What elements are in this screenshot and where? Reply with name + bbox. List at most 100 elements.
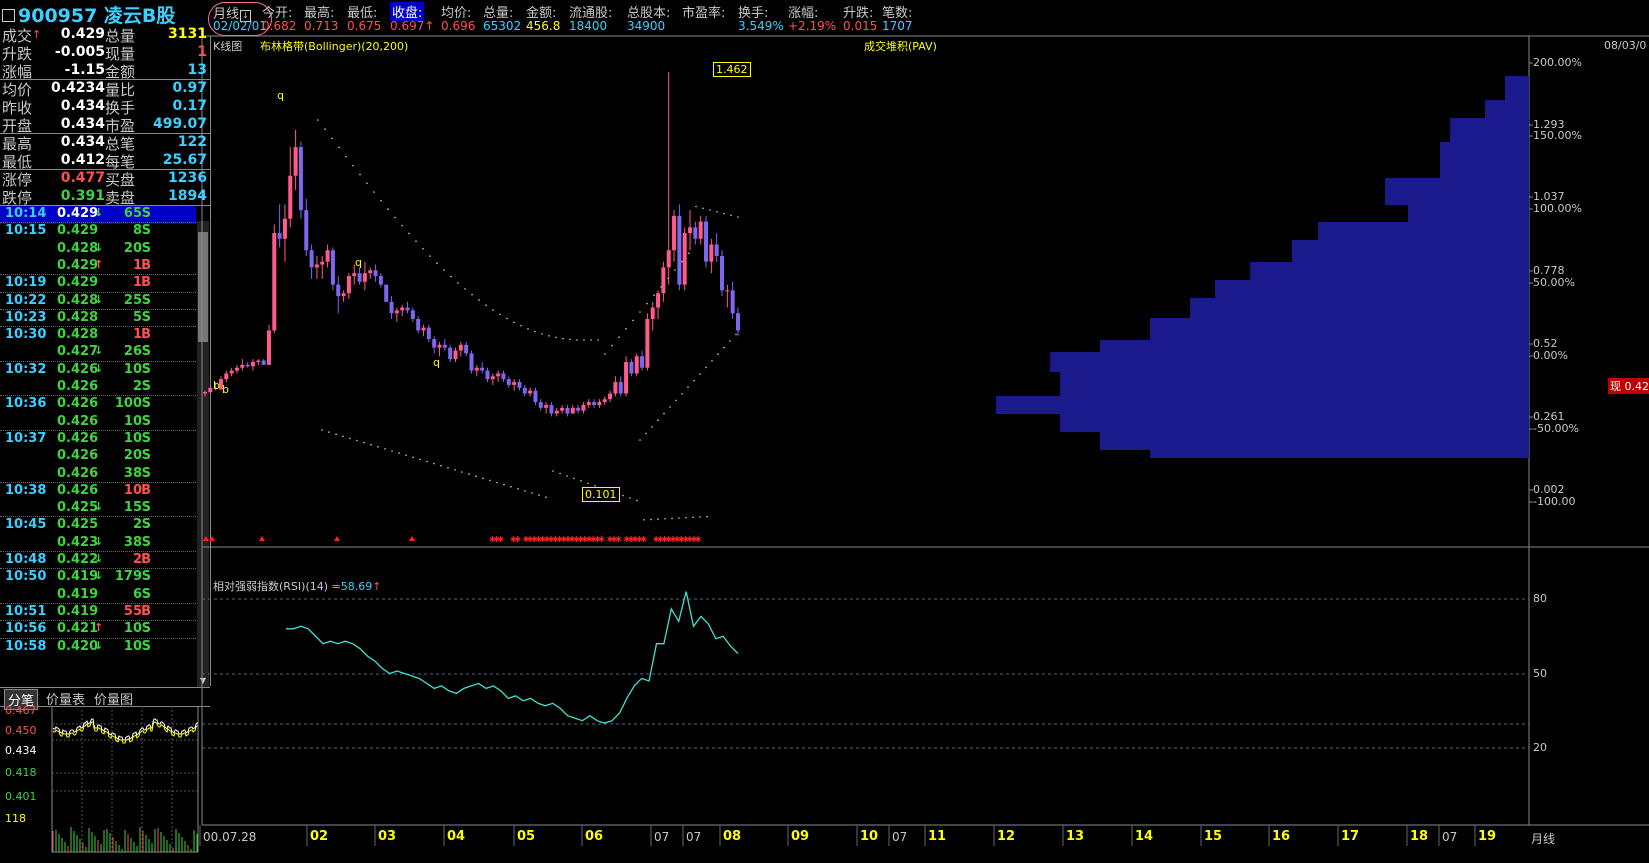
tick-price: 0.425 xyxy=(57,500,99,516)
bollinger-upper-dot xyxy=(590,339,592,341)
tick-row[interactable]: 10:19 0.429 1 B xyxy=(0,275,196,293)
bollinger-upper-dot xyxy=(716,210,718,213)
tick-row[interactable]: 0.425 ↓ 15 S xyxy=(0,500,196,518)
tick-row[interactable]: 10:14 0.429 ↓ 65 S xyxy=(0,206,196,224)
tick-row[interactable]: 10:51 0.419 55 B xyxy=(0,604,196,622)
tick-price: 0.428 xyxy=(57,292,99,308)
bollinger-lower-dot xyxy=(440,464,442,467)
mark-b: b xyxy=(213,379,220,392)
tick-direction: S xyxy=(141,361,151,377)
candle-body xyxy=(320,261,325,265)
tick-row[interactable]: 0.426 38 S xyxy=(0,466,196,484)
bollinger-lower-dot xyxy=(587,482,589,485)
bollinger-upper-dot xyxy=(702,207,704,210)
bollinger-upper-dot xyxy=(324,128,326,130)
candle-body xyxy=(693,227,698,239)
tick-row[interactable]: 10:30 0.428 1 B xyxy=(0,327,196,345)
signal-star: ✱ xyxy=(695,535,702,544)
tick-row[interactable]: 10:58 0.420 ↓ 10 S xyxy=(0,639,196,657)
candle-body xyxy=(650,307,655,320)
bollinger-mid-dot xyxy=(723,346,725,349)
tick-row[interactable]: 0.427 ↓ 26 S xyxy=(0,344,196,362)
tick-price: 0.429 xyxy=(57,257,99,273)
tick-row[interactable]: 0.423 ↓ 38 S xyxy=(0,535,196,553)
bollinger-lower-dot xyxy=(349,437,351,440)
tick-row[interactable]: 0.426 10 S xyxy=(0,414,196,432)
tick-price: 0.427 xyxy=(57,344,99,360)
tick-row[interactable]: 10:50 0.419 ↓ 179 S xyxy=(0,569,196,587)
bollinger-upper-dot xyxy=(520,324,522,327)
candle-body xyxy=(554,410,559,414)
tick-direction: S xyxy=(141,534,151,550)
bollinger-upper-dot xyxy=(436,262,438,264)
tick-row[interactable]: 10:38 0.426 10 B xyxy=(0,483,196,501)
tick-size: 38 xyxy=(123,534,142,550)
bollinger-indicator-label[interactable]: 布林格带(Bollinger)(20,200) xyxy=(260,38,408,54)
tick-row[interactable]: 10:48 0.422 ↓ 2 B xyxy=(0,552,196,570)
bollinger-upper-dot xyxy=(485,304,487,306)
tick-row[interactable]: 10:36 0.426 100 S xyxy=(0,396,196,414)
candle-body xyxy=(538,402,543,408)
tick-row[interactable]: 0.426 2 S xyxy=(0,379,196,397)
bollinger-mid-dot xyxy=(651,426,653,428)
time-axis-label: 07 xyxy=(892,830,908,844)
bollinger-mid-dot xyxy=(669,406,671,408)
bollinger-lower-dot xyxy=(685,516,687,519)
tick-separator xyxy=(0,481,196,483)
tick-time: 10:48 xyxy=(5,552,47,567)
pav-title[interactable]: 成交堆积(PAV) xyxy=(864,38,937,54)
pav-bar xyxy=(996,396,1529,414)
bollinger-lower-dot xyxy=(496,481,498,484)
rsi-line xyxy=(286,591,739,724)
bollinger-upper-dot xyxy=(611,344,613,347)
time-axis-label: 17 xyxy=(1341,829,1360,844)
tick-size: 20 xyxy=(123,448,142,464)
bollinger-lower-dot xyxy=(699,516,701,518)
rsi-title[interactable]: 相对强弱指数(RSI)(14) =58.69↑ xyxy=(213,578,381,594)
tick-separator xyxy=(0,429,196,431)
candle-body xyxy=(474,367,479,371)
bollinger-mid-dot xyxy=(663,412,665,415)
tick-row[interactable]: 0.428 ↓ 20 S xyxy=(0,241,196,259)
tick-direction: S xyxy=(141,465,151,481)
tick-row[interactable]: 10:22 0.428 ↓ 25 S xyxy=(0,293,196,311)
quote-value: 0.97 xyxy=(172,80,207,96)
candle-body xyxy=(266,330,271,365)
tick-direction: B xyxy=(141,482,151,498)
tick-row[interactable]: 10:23 0.428 5 S xyxy=(0,310,196,328)
candle-body xyxy=(533,390,538,403)
tick-row[interactable]: 10:32 0.426 ↓ 10 S xyxy=(0,362,196,380)
bollinger-upper-dot xyxy=(639,311,641,313)
bollinger-mid-dot xyxy=(705,366,707,369)
tick-separator xyxy=(0,308,196,310)
tick-row[interactable]: 10:37 0.426 10 S xyxy=(0,431,196,449)
bollinger-upper-dot xyxy=(401,224,403,227)
tick-row[interactable]: 0.426 20 S xyxy=(0,448,196,466)
tick-time: 10:23 xyxy=(5,309,47,325)
tick-row[interactable]: 0.419 6 S xyxy=(0,587,196,605)
candle-body xyxy=(293,147,298,176)
tick-direction: B xyxy=(141,552,151,567)
pav-bar xyxy=(1318,222,1529,240)
tick-time: 10:38 xyxy=(5,482,47,498)
tick-row[interactable]: 0.429 ↑ 1 B xyxy=(0,258,196,276)
tick-price: 0.419 xyxy=(57,586,99,602)
header-field-value: +2.19% xyxy=(788,19,837,33)
pav-bar xyxy=(1060,372,1529,396)
time-axis-label: 07 xyxy=(1442,830,1458,844)
tick-row[interactable]: 10:45 0.425 2 S xyxy=(0,517,196,535)
bollinger-upper-dot xyxy=(492,309,494,311)
tick-direction: S xyxy=(141,223,151,239)
tick-row[interactable]: 10:15 0.429 8 S xyxy=(0,223,196,241)
kline-chart-area[interactable]: ✱✱✱ ✱✱ ✱✱✱✱✱✱✱✱✱✱✱✱✱✱✱✱✱✱✱ ✱✱✱ ✱✱✱✱✱ ✱✱✱✱✱✱✱✱… xyxy=(0,0,1649,863)
tick-price: 0.426 xyxy=(57,396,99,412)
signal-star: ✱ xyxy=(514,535,521,544)
candle-body xyxy=(368,270,373,274)
rsi-arrow: ↑ xyxy=(372,580,382,593)
bollinger-mid-dot xyxy=(699,373,701,375)
tick-price: 0.426 xyxy=(57,482,99,498)
tick-direction: S xyxy=(141,413,151,429)
candle-body xyxy=(736,313,740,331)
time-axis-label: 04 xyxy=(447,829,466,844)
tick-row[interactable]: 10:56 0.421 ↑ 10 S xyxy=(0,621,196,639)
